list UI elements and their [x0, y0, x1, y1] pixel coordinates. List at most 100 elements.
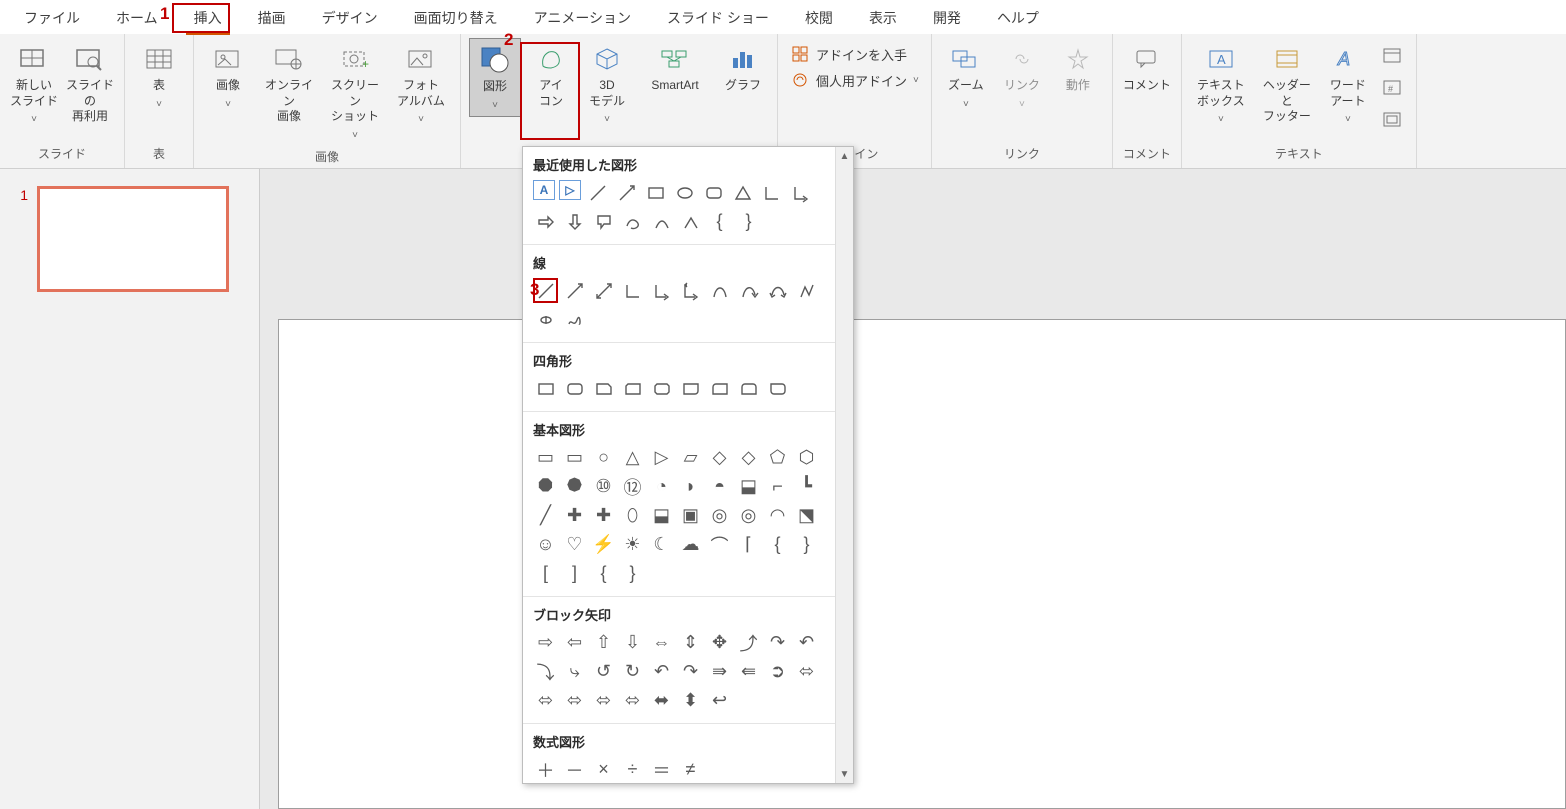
shape-basic-22[interactable]: ✚ [591, 503, 616, 528]
shape-arrow-22[interactable]: ⬄ [591, 688, 616, 713]
shape-basic-40[interactable]: [ [533, 561, 558, 586]
shape-freeform[interactable] [620, 209, 645, 234]
menu-slideshow[interactable]: スライド ショー [649, 2, 787, 34]
comment-button[interactable]: コメント [1121, 38, 1173, 98]
shape-textbox-h[interactable]: A [533, 180, 555, 200]
shape-arrow-10[interactable]: ⤵ [533, 659, 558, 684]
shape-arrow-6[interactable]: ✥ [707, 630, 732, 655]
shape-basic-42[interactable]: { [591, 561, 616, 586]
shape-basic-14[interactable]: ◔ [649, 474, 674, 499]
shape-arrow-24[interactable]: ⬌ [649, 688, 674, 713]
shape-rect-3[interactable] [591, 376, 616, 401]
shape-basic-13[interactable]: ⑫ [620, 474, 645, 499]
shape-basic-9[interactable]: ⬡ [794, 445, 819, 470]
shape-basic-23[interactable]: ⬯ [620, 503, 645, 528]
shape-arrow-12[interactable]: ↺ [591, 659, 616, 684]
shape-rect-2[interactable] [562, 376, 587, 401]
textbox-button[interactable]: A テキスト ボックス [1190, 38, 1252, 131]
shape-arrow-18[interactable]: ➲ [765, 659, 790, 684]
photo-album-button[interactable]: フォト アルバム [390, 38, 452, 131]
menu-review[interactable]: 校閲 [787, 2, 851, 34]
date-time-icon[interactable] [1382, 46, 1404, 68]
action-button[interactable]: 動作 [1052, 38, 1104, 98]
shape-arrow-19[interactable]: ⬄ [794, 659, 819, 684]
shape-elbow[interactable] [620, 278, 645, 303]
shape-arrow-0[interactable]: ⇨ [533, 630, 558, 655]
reuse-slides-button[interactable]: スライドの 再利用 [64, 38, 116, 129]
shape-basic-16[interactable]: ◓ [707, 474, 732, 499]
link-button[interactable]: リンク [996, 38, 1048, 115]
table-button[interactable]: 表 [133, 38, 185, 115]
shape-basic-32[interactable]: ⚡ [591, 532, 616, 557]
shape-arrow-20[interactable]: ⬄ [533, 688, 558, 713]
shape-rect-5[interactable] [649, 376, 674, 401]
menu-draw[interactable]: 描画 [240, 2, 304, 34]
shape-arrow-3[interactable]: ⇩ [620, 630, 645, 655]
shape-basic-31[interactable]: ♡ [562, 532, 587, 557]
shape-basic-3[interactable]: △ [620, 445, 645, 470]
shape-callout[interactable] [591, 209, 616, 234]
shape-peak[interactable] [678, 209, 703, 234]
shape-arc[interactable] [649, 209, 674, 234]
shape-curve[interactable] [707, 278, 732, 303]
shape-arrow-line[interactable] [614, 180, 639, 205]
shape-elbow-double[interactable] [678, 278, 703, 303]
shape-basic-19[interactable]: ┗ [794, 474, 819, 499]
scroll-up-icon[interactable]: ▲ [836, 147, 853, 165]
shape-rbrace[interactable]: } [736, 209, 761, 234]
shape-triangle[interactable] [730, 180, 755, 205]
shape-arrow-11[interactable]: ⤷ [562, 659, 587, 684]
shape-basic-25[interactable]: ▣ [678, 503, 703, 528]
shape-arrow-4[interactable]: ⇔ [649, 630, 674, 655]
shape-basic-26[interactable]: ◎ [707, 503, 732, 528]
slide-canvas[interactable] [278, 319, 1566, 809]
shape-textbox-v[interactable]: ▷ [559, 180, 581, 200]
shapes-button[interactable]: 図形 [469, 38, 521, 117]
shape-rect-9[interactable] [765, 376, 790, 401]
shape-arrow-2[interactable]: ⇧ [591, 630, 616, 655]
shape-basic-12[interactable]: ⑩ [591, 474, 616, 499]
shape-right-arrow[interactable] [533, 209, 558, 234]
shape-rect-6[interactable] [678, 376, 703, 401]
shape-down-arrow[interactable] [562, 209, 587, 234]
shape-basic-10[interactable]: ⯃ [533, 474, 558, 499]
shape-oval[interactable] [672, 180, 697, 205]
shape-curve-arrow[interactable] [736, 278, 761, 303]
shape-lbrace[interactable]: { [707, 209, 732, 234]
shape-arrow-14[interactable]: ↶ [649, 659, 674, 684]
shape-basic-20[interactable]: ╱ [533, 503, 558, 528]
shape-arrow-16[interactable]: ⇛ [707, 659, 732, 684]
shape-basic-29[interactable]: ⬔ [794, 503, 819, 528]
shape-basic-37[interactable]: ⌈ [736, 532, 761, 557]
wordart-button[interactable]: A ワード アート [1322, 38, 1374, 131]
shape-basic-43[interactable]: } [620, 561, 645, 586]
shape-rect[interactable] [643, 180, 668, 205]
smartart-button[interactable]: SmartArt [637, 38, 713, 98]
shape-line-straight[interactable] [533, 278, 558, 303]
shape-arrow-26[interactable]: ↩ [707, 688, 732, 713]
shape-freeform-open[interactable] [794, 278, 819, 303]
shape-basic-17[interactable]: ⬓ [736, 474, 761, 499]
get-addins-button[interactable]: アドインを入手 [790, 44, 919, 64]
shape-rect-8[interactable] [736, 376, 761, 401]
menu-file[interactable]: ファイル [6, 2, 98, 34]
new-slide-button[interactable]: 新しい スライド [8, 38, 60, 131]
shape-arrow-21[interactable]: ⬄ [562, 688, 587, 713]
shape-basic-5[interactable]: ▱ [678, 445, 703, 470]
header-footer-button[interactable]: ヘッダーと フッター [1256, 38, 1318, 129]
shape-scribble-closed[interactable] [533, 307, 558, 332]
shape-rect-7[interactable] [707, 376, 732, 401]
shape-basic-18[interactable]: ⌐ [765, 474, 790, 499]
shape-minus[interactable]: － [562, 757, 587, 782]
chart-button[interactable]: グラフ [717, 38, 769, 98]
object-icon[interactable] [1382, 110, 1404, 132]
shape-basic-15[interactable]: ◗ [678, 474, 703, 499]
shape-arrow-8[interactable]: ↷ [765, 630, 790, 655]
menu-developer[interactable]: 開発 [915, 2, 979, 34]
shape-basic-33[interactable]: ☀ [620, 532, 645, 557]
shape-basic-41[interactable]: ] [562, 561, 587, 586]
online-pictures-button[interactable]: オンライン 画像 [258, 38, 320, 129]
shape-arrow-13[interactable]: ↻ [620, 659, 645, 684]
shape-line-arrow[interactable] [562, 278, 587, 303]
shape-line[interactable] [585, 180, 610, 205]
